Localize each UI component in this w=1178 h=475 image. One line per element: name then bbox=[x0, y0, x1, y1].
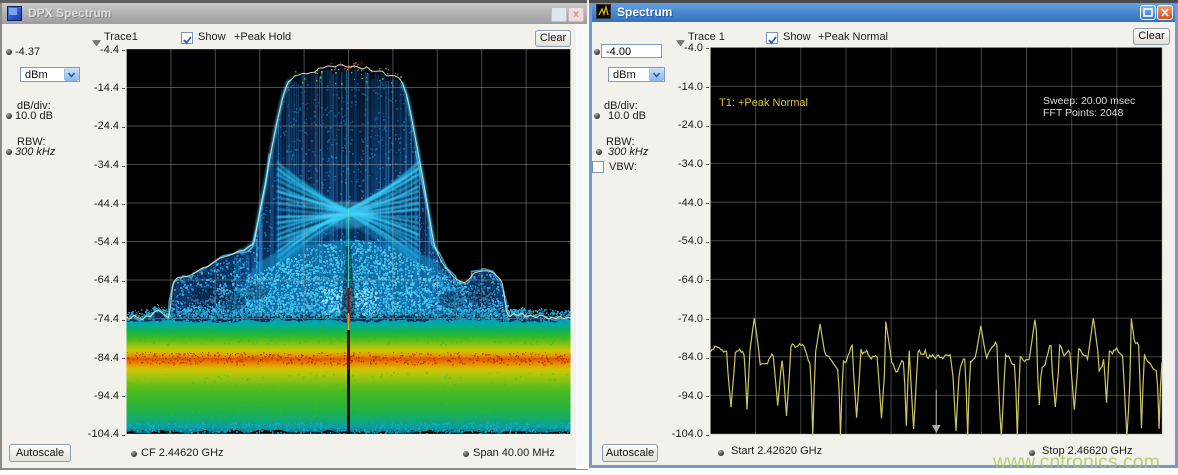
svg-text:FFT Points: 2048: FFT Points: 2048 bbox=[1043, 107, 1124, 119]
svg-text:Sweep: 20.00 msec: Sweep: 20.00 msec bbox=[1043, 95, 1135, 107]
svg-text:T1: +Peak Normal: T1: +Peak Normal bbox=[719, 97, 808, 109]
